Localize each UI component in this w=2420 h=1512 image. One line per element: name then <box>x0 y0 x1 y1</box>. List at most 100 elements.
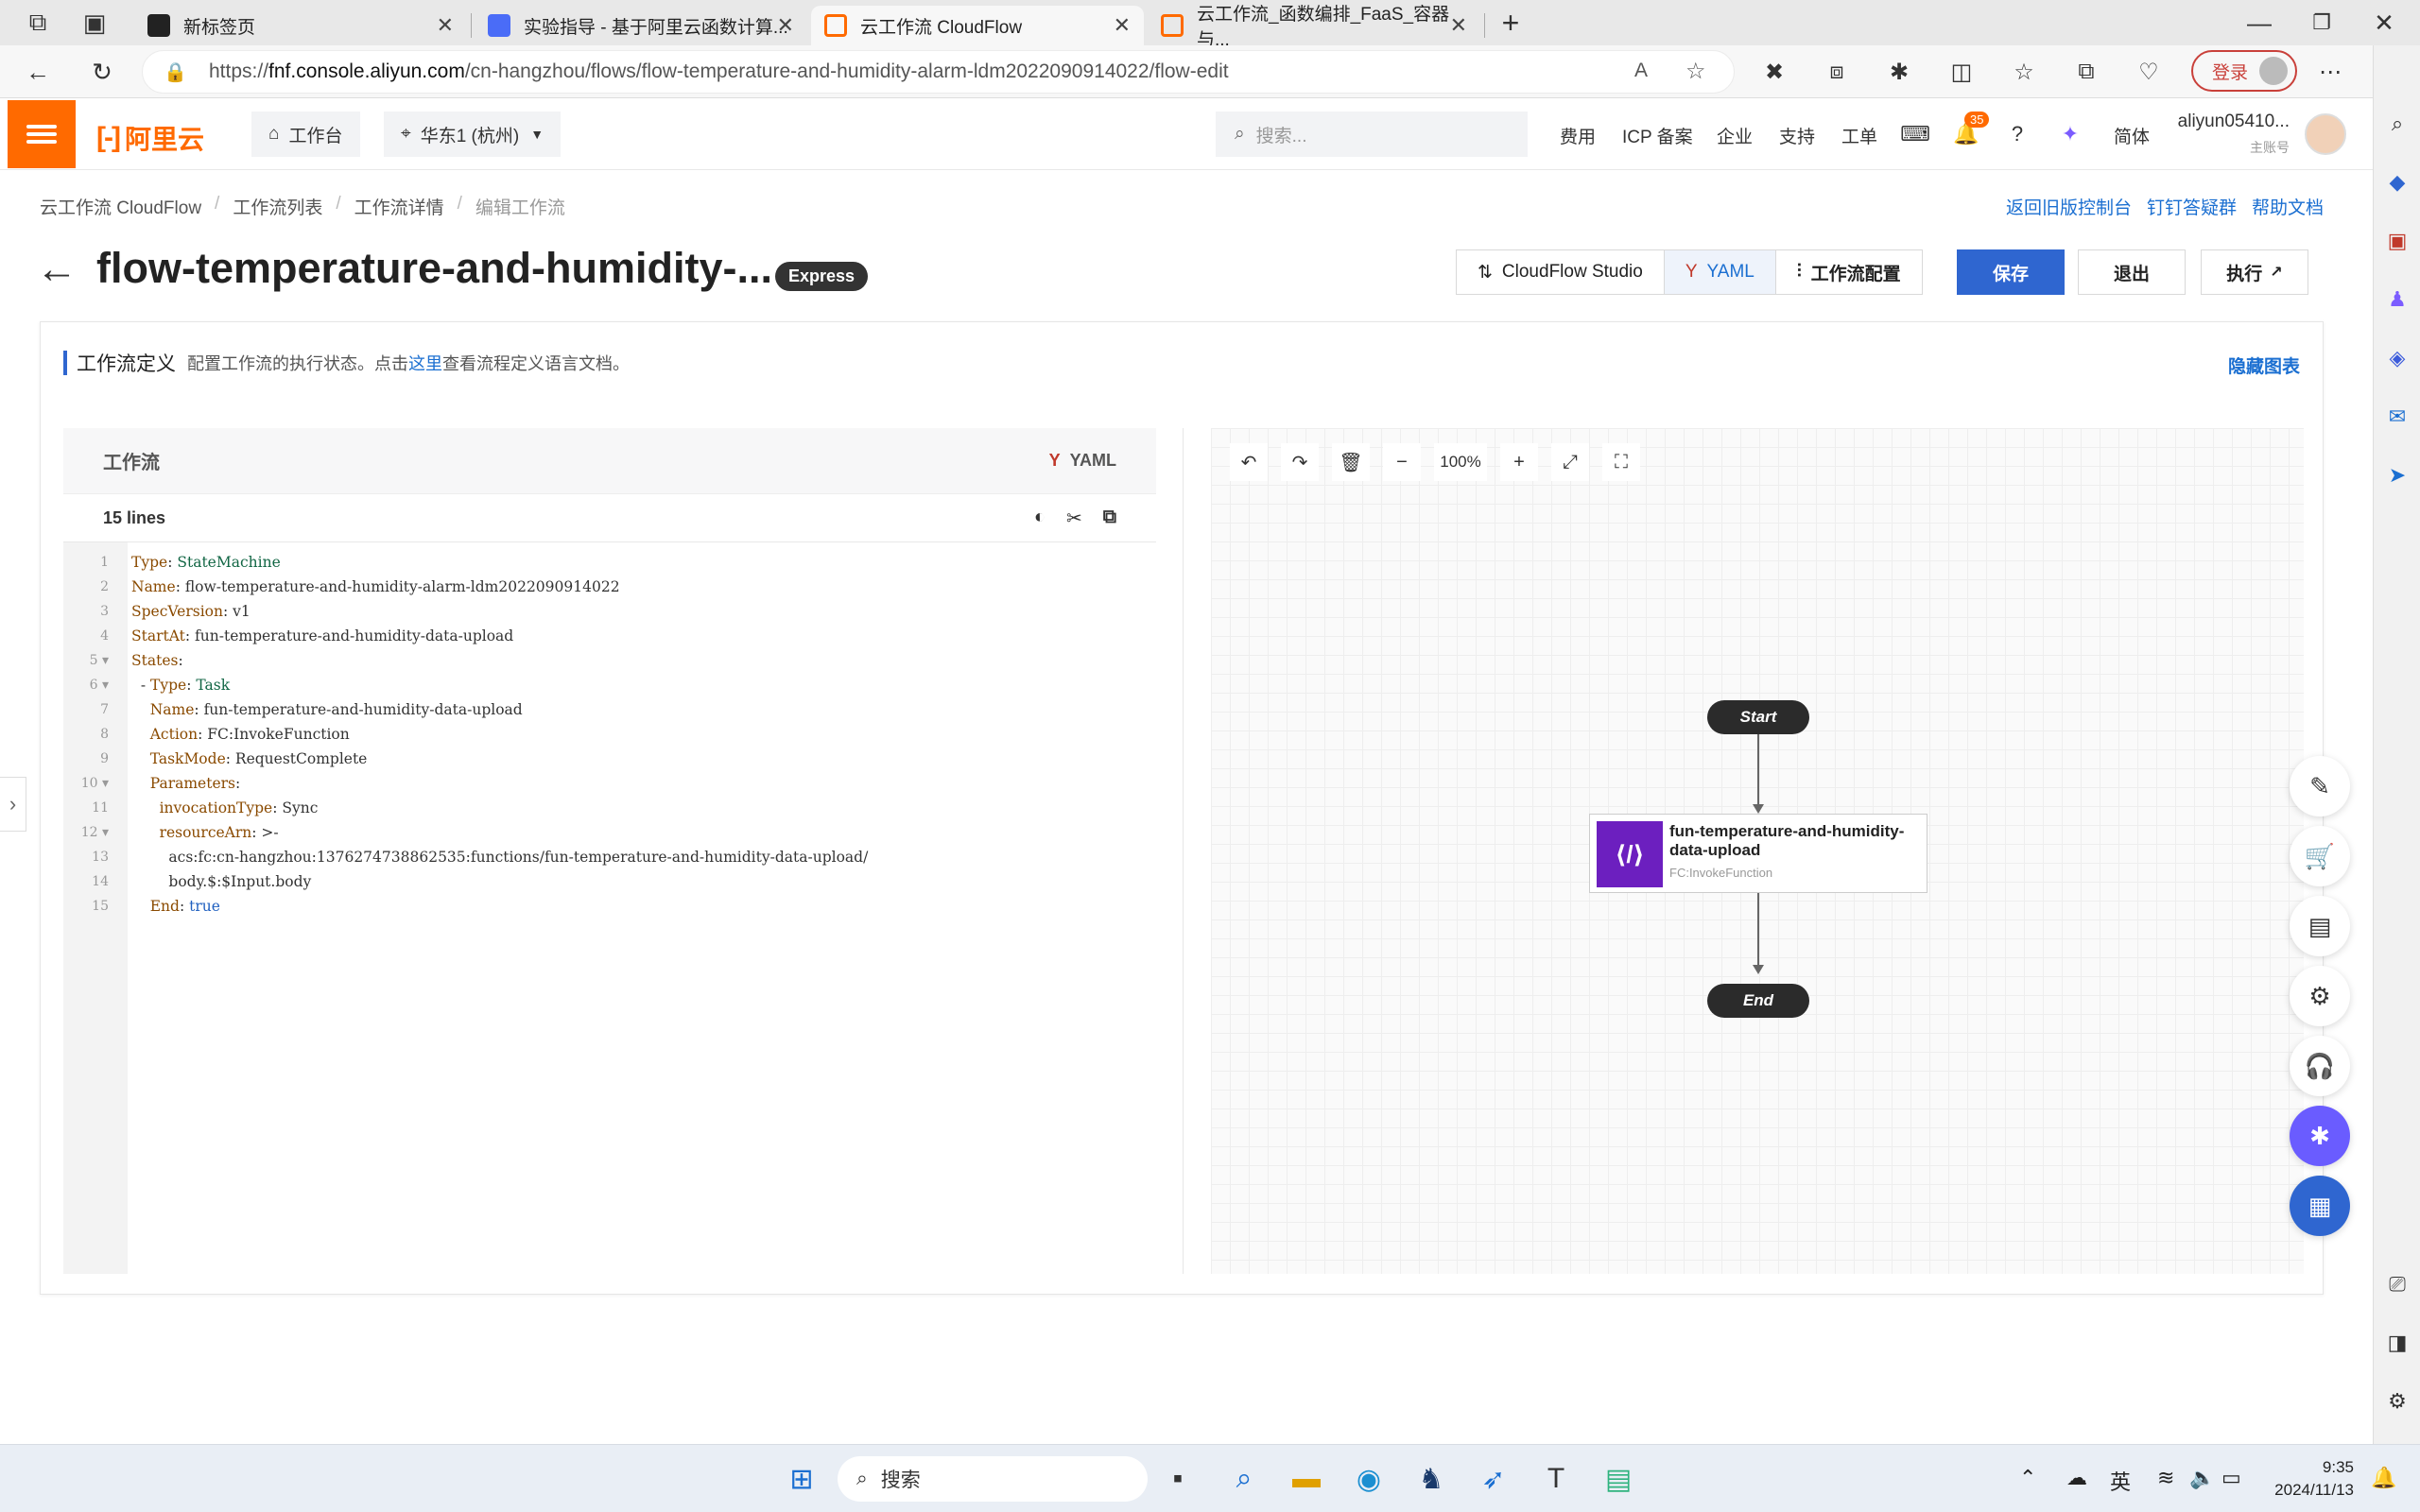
app-cat-icon[interactable]: ♞ <box>1409 1456 1454 1502</box>
account-info[interactable]: aliyun05410... 主账号 <box>2176 112 2290 157</box>
code-line[interactable]: 15 End: true <box>92 894 868 919</box>
save-button[interactable]: 保存 <box>1957 249 2065 295</box>
url-bar[interactable]: 🔒 https://fnf.console.aliyun.com/cn-hang… <box>142 50 1735 94</box>
execute-button[interactable]: 执行 ↗ <box>2201 249 2308 295</box>
tray-expand-icon[interactable]: ⌃ <box>2019 1466 2036 1490</box>
typora-icon[interactable]: T <box>1533 1456 1579 1502</box>
close-icon[interactable]: ✕ <box>437 13 454 38</box>
breadcrumb-item[interactable]: 工作流详情 <box>354 194 444 219</box>
browser-tab-product[interactable]: 云工作流_函数编排_FaaS_容器与... ✕ <box>1148 5 1480 50</box>
ai-assistant-icon[interactable]: ✦ <box>2055 119 2085 149</box>
flow-canvas[interactable]: ↶ ↷ 🗑 − 100% + ⤢ ⛶ Start ⟨/⟩ fun-tempera… <box>1211 428 2304 1274</box>
trash-icon[interactable]: 🗑 <box>1332 443 1370 481</box>
format-magic-icon[interactable]: ✂ <box>1066 507 1082 530</box>
console-search-input[interactable]: ⌕ 搜索... <box>1216 112 1528 157</box>
app-chat-icon[interactable]: ▤ <box>1596 1456 1641 1502</box>
apps-grid-icon[interactable]: ▦ <box>2290 1176 2350 1236</box>
code-line[interactable]: 3 SpecVersion: v1 <box>100 599 868 624</box>
end-node[interactable]: End <box>1707 984 1809 1018</box>
theme-toggle-icon[interactable]: ◐ <box>1034 507 1046 530</box>
split-screen-icon[interactable]: ◫ <box>1944 54 1979 90</box>
link-help-docs[interactable]: 帮助文档 <box>2252 194 2324 219</box>
header-link-support[interactable]: 支持 <box>1779 123 1815 148</box>
more-menu-icon[interactable]: ⋯ <box>2312 54 2348 90</box>
header-link-ticket[interactable]: 工单 <box>1841 123 1877 148</box>
headset-icon[interactable]: 🎧 <box>2290 1036 2350 1096</box>
ime-indicator[interactable]: 英 <box>2110 1466 2131 1496</box>
browser-tab-newtab[interactable]: 新标签页 ✕ <box>134 6 467 45</box>
notification-bell-icon[interactable]: 🔔 <box>2371 1466 2396 1490</box>
code-line[interactable]: 7 Name: fun-temperature-and-humidity-dat… <box>100 697 868 722</box>
task-node[interactable]: ⟨/⟩ fun-temperature-and-humidity-data-up… <box>1589 814 1927 893</box>
task-view-icon[interactable]: ▪ <box>1155 1456 1201 1502</box>
yaml-button[interactable]: Y YAML <box>1664 250 1776 294</box>
code-line[interactable]: 14 body.$:$Input.body <box>92 869 868 894</box>
extensions-icon[interactable]: ✱ <box>1881 54 1917 90</box>
edge-browser-icon[interactable]: ◉ <box>1346 1456 1392 1502</box>
code-line[interactable]: 8 Action: FC:InvokeFunction <box>100 722 868 747</box>
header-link-icp[interactable]: ICP 备案 <box>1622 123 1693 148</box>
m365-icon[interactable]: ◈ <box>2383 344 2411 372</box>
copy-icon[interactable]: ⧉ <box>1103 507 1116 530</box>
avatar[interactable] <box>2305 113 2346 155</box>
windows-start-icon[interactable]: ⊞ <box>779 1456 824 1502</box>
battery-icon[interactable]: ▭ <box>2221 1466 2241 1490</box>
zoom-in-icon[interactable]: + <box>1500 443 1538 481</box>
start-node[interactable]: Start <box>1707 700 1809 734</box>
close-icon[interactable]: ✕ <box>777 13 794 38</box>
panel-divider[interactable] <box>1183 428 1184 1274</box>
extension-x-icon[interactable]: ✖ <box>1756 54 1792 90</box>
sidebar-toggle-icon[interactable]: ◨ <box>2383 1329 2411 1357</box>
search-icon[interactable]: ⌕ <box>2383 110 2411 138</box>
terminal-icon[interactable]: ⌨ <box>1900 119 1930 149</box>
workflow-config-button[interactable]: ⫶ 工作流配置 <box>1776 250 1922 294</box>
taskbar-search[interactable]: ⌕ 搜索 <box>838 1456 1148 1502</box>
code-line[interactable]: 12 ▾ resourceArn: >- <box>81 820 868 845</box>
link-dingtalk-group[interactable]: 钉钉答疑群 <box>2147 194 2237 219</box>
gear-icon[interactable]: ⚙ <box>2290 966 2350 1026</box>
code-line[interactable]: 2 Name: flow-temperature-and-humidity-ala… <box>100 575 868 599</box>
app-bird-icon[interactable]: ➶ <box>1471 1456 1516 1502</box>
maximize-icon[interactable]: ❐ <box>2303 4 2341 42</box>
api-icon[interactable]: ▤ <box>2290 896 2350 956</box>
favorites-icon[interactable]: ☆ <box>2006 54 2042 90</box>
workbench-button[interactable]: ⌂ 工作台 <box>251 112 360 157</box>
wifi-icon[interactable]: ≋ <box>2157 1466 2174 1490</box>
code-line[interactable]: 1 Type: StateMachine <box>100 550 868 575</box>
file-explorer-icon[interactable]: ▬ <box>1284 1456 1329 1502</box>
code-line[interactable]: 5 ▾ States: <box>90 648 868 673</box>
code-line[interactable]: 10 ▾ Parameters: <box>81 771 868 796</box>
code-line[interactable]: 9 TaskMode: RequestComplete <box>100 747 868 771</box>
window-close-icon[interactable]: ✕ <box>2365 4 2403 42</box>
games-icon[interactable]: ♟ <box>2383 285 2411 314</box>
aliyun-logo[interactable]: [-] 阿里云 <box>96 119 204 157</box>
redo-icon[interactable]: ↷ <box>1281 443 1319 481</box>
close-icon[interactable]: ✕ <box>1450 13 1467 38</box>
header-link-enterprise[interactable]: 企业 <box>1717 123 1753 148</box>
fullscreen-icon[interactable]: ⛶ <box>1602 443 1640 481</box>
cart-icon[interactable]: 🛒 <box>2290 826 2350 886</box>
region-selector[interactable]: ⌖ 华东1 (杭州) ▼ <box>384 112 562 157</box>
system-clock[interactable]: 9:35 2024/11/13 <box>2274 1456 2354 1502</box>
back-icon[interactable]: ← <box>19 53 57 91</box>
docs-link[interactable]: 这里 <box>408 354 442 373</box>
cloud-icon[interactable]: ☁ <box>2066 1466 2087 1490</box>
screenshot-icon[interactable]: ⎚ <box>2383 1270 2411 1298</box>
drop-icon[interactable]: ➤ <box>2383 461 2411 490</box>
collections-icon[interactable]: ⧈ <box>1819 54 1855 90</box>
back-arrow-icon[interactable]: ← <box>36 246 78 293</box>
minimize-icon[interactable]: — <box>2240 4 2278 42</box>
code-line[interactable]: 11 invocationType: Sync <box>92 796 868 820</box>
tab-collections-icon[interactable]: ⧉ <box>2068 54 2104 90</box>
volume-icon[interactable]: 🔈 <box>2189 1466 2215 1490</box>
new-tab-icon[interactable]: + <box>1492 4 1530 42</box>
ai-assistant-float-icon[interactable]: ✱ <box>2290 1106 2350 1166</box>
outlook-icon[interactable]: ✉ <box>2383 403 2411 431</box>
undo-icon[interactable]: ↶ <box>1230 443 1268 481</box>
workspaces-icon[interactable]: ⧉ <box>19 4 57 42</box>
breadcrumb-item[interactable]: 云工作流 CloudFlow <box>40 194 201 219</box>
code-content[interactable]: 1 Type: StateMachine 2 Name: flow-temperatu… <box>81 550 869 919</box>
shopping-icon[interactable]: ◆ <box>2383 168 2411 197</box>
code-line[interactable]: 4 StartAt: fun-temperature-and-humidity-d… <box>100 624 868 648</box>
link-old-console[interactable]: 返回旧版控制台 <box>2006 194 2132 219</box>
